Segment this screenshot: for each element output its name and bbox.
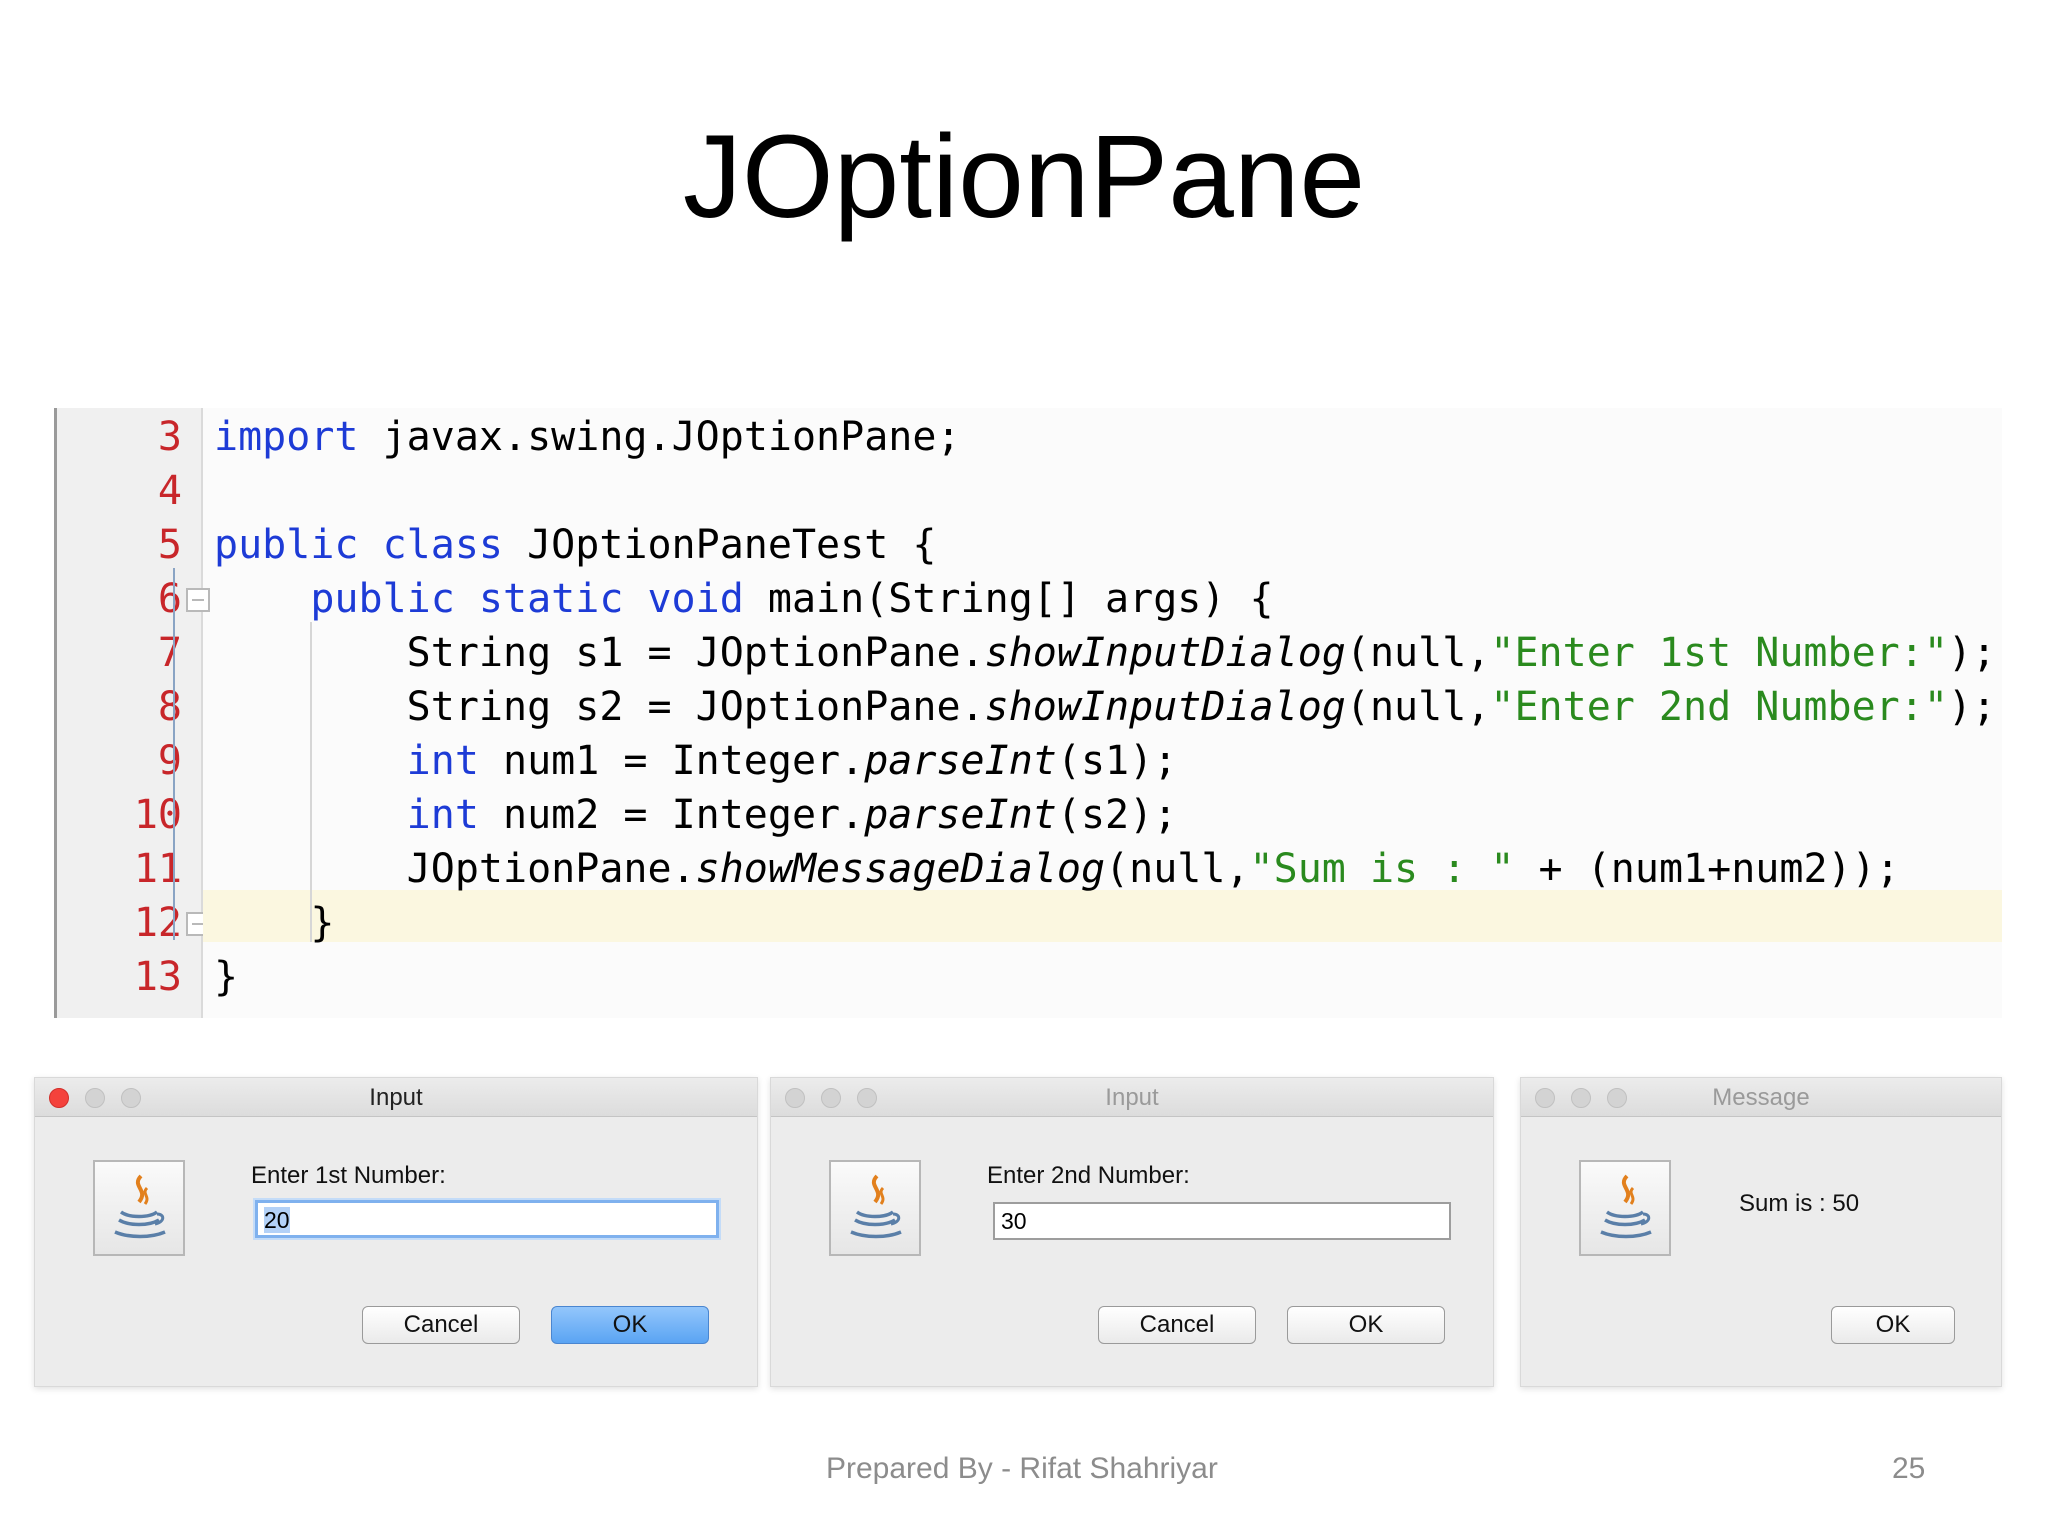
- code-line: }: [214, 950, 238, 1004]
- input-dialog-first: Input Enter 1st Number: 20 Cancel OK: [34, 1077, 758, 1387]
- code-line: import javax.swing.JOptionPane;: [214, 410, 961, 464]
- ok-button[interactable]: OK: [1287, 1306, 1445, 1344]
- line-number: 6: [157, 576, 182, 622]
- code-token: showMessageDialog: [695, 846, 1106, 892]
- dialog-title: Message: [1712, 1084, 1810, 1111]
- line-number: 11: [133, 846, 182, 892]
- page-number: 25: [1892, 1452, 1926, 1485]
- code-line: }: [214, 896, 334, 950]
- code-token: int: [406, 792, 479, 838]
- code-line: int num2 = Integer.parseInt(s2);: [214, 788, 1178, 842]
- code-token: showInputDialog: [984, 684, 1346, 730]
- input-dialog-second: Input Enter 2nd Number: 30 Cancel OK: [770, 1077, 1494, 1387]
- input-value: 30: [1001, 1208, 1027, 1234]
- message-dialog: Message Sum is : 50 OK: [1520, 1077, 2002, 1387]
- code-token: javax.swing.JOptionPane;: [358, 414, 961, 460]
- java-coffee-cup-icon: [93, 1160, 185, 1256]
- code-line: String s1 = JOptionPane.showInputDialog(…: [214, 626, 1996, 680]
- fold-range-marker: [173, 568, 175, 940]
- code-token: showInputDialog: [984, 630, 1346, 676]
- line-number-gutter: 3 4 5 6 7 8 9 10 11 12 13: [54, 408, 203, 1018]
- code-token: num2 = Integer.: [478, 792, 865, 838]
- code-editor: 3 4 5 6 7 8 9 10 11 12 13 import javax.s…: [54, 408, 2002, 1018]
- java-coffee-cup-icon: [829, 1160, 921, 1256]
- code-token: (null,: [1345, 630, 1491, 676]
- line-number: 10: [133, 792, 182, 838]
- dialog-prompt: Enter 2nd Number:: [987, 1162, 1190, 1189]
- dialog-title: Input: [369, 1084, 423, 1111]
- code-line: int num1 = Integer.parseInt(s1);: [214, 734, 1178, 788]
- code-token: );: [1947, 684, 1997, 730]
- code-token: int: [406, 738, 479, 784]
- line-number: 3: [157, 414, 182, 460]
- code-token: "Enter 1st Number:": [1490, 630, 1948, 676]
- dialog-titlebar: Input: [35, 1078, 757, 1117]
- dialog-prompt: Enter 1st Number:: [251, 1162, 446, 1189]
- code-token: public static void: [310, 576, 744, 622]
- footer-author: Prepared By - Rifat Shahriyar: [826, 1452, 1218, 1485]
- dialog-titlebar: Message: [1521, 1078, 2001, 1117]
- dialog-message: Sum is : 50: [1739, 1190, 1860, 1217]
- dialog-title: Input: [1105, 1084, 1159, 1111]
- code-token: num1 = Integer.: [478, 738, 865, 784]
- input-value: 20: [264, 1207, 290, 1233]
- line-number: 8: [157, 684, 182, 730]
- line-number: 4: [157, 468, 182, 514]
- code-line: public class JOptionPaneTest {: [214, 518, 936, 572]
- code-token: String s1 = JOptionPane.: [214, 630, 985, 676]
- code-token: (s2);: [1056, 792, 1178, 838]
- fold-collapse-icon[interactable]: [186, 588, 210, 612]
- line-number: 12: [133, 900, 182, 946]
- dialog-titlebar: Input: [771, 1078, 1493, 1117]
- code-token: JOptionPaneTest {: [502, 522, 937, 568]
- number-input[interactable]: 20: [255, 1200, 719, 1238]
- ok-button[interactable]: OK: [1831, 1306, 1955, 1344]
- code-token: String s2 = JOptionPane.: [214, 684, 985, 730]
- code-token: parseInt: [864, 792, 1057, 838]
- code-token: "Sum is : ": [1249, 846, 1515, 892]
- ok-button[interactable]: OK: [551, 1306, 709, 1344]
- code-line: JOptionPane.showMessageDialog(null,"Sum …: [214, 842, 1900, 896]
- code-line: public static void main(String[] args) {: [214, 572, 1274, 626]
- code-token: );: [1947, 630, 1997, 676]
- code-token: (null,: [1105, 846, 1250, 892]
- line-number: 7: [157, 630, 182, 676]
- code-token: }: [214, 954, 239, 1000]
- line-number: 9: [157, 738, 182, 784]
- code-token: + (num1+num2));: [1514, 846, 1900, 892]
- current-line-highlight: [203, 890, 2002, 942]
- code-line: String s2 = JOptionPane.showInputDialog(…: [214, 680, 1996, 734]
- java-coffee-cup-icon: [1579, 1160, 1671, 1256]
- line-number: 13: [133, 954, 182, 1000]
- line-number: 5: [157, 522, 182, 568]
- cancel-button[interactable]: Cancel: [1098, 1306, 1256, 1344]
- code-token: import: [214, 414, 359, 460]
- code-token: JOptionPane.: [214, 846, 696, 892]
- slide-title: JOptionPane: [682, 111, 1366, 243]
- cancel-button[interactable]: Cancel: [362, 1306, 520, 1344]
- code-token: }: [214, 900, 335, 946]
- code-token: parseInt: [864, 738, 1057, 784]
- code-token: main(String[] args) {: [743, 576, 1274, 622]
- code-token: "Enter 2nd Number:": [1490, 684, 1948, 730]
- number-input[interactable]: 30: [993, 1202, 1451, 1240]
- code-token: (null,: [1345, 684, 1491, 730]
- code-token: public class: [214, 522, 503, 568]
- code-token: (s1);: [1056, 738, 1178, 784]
